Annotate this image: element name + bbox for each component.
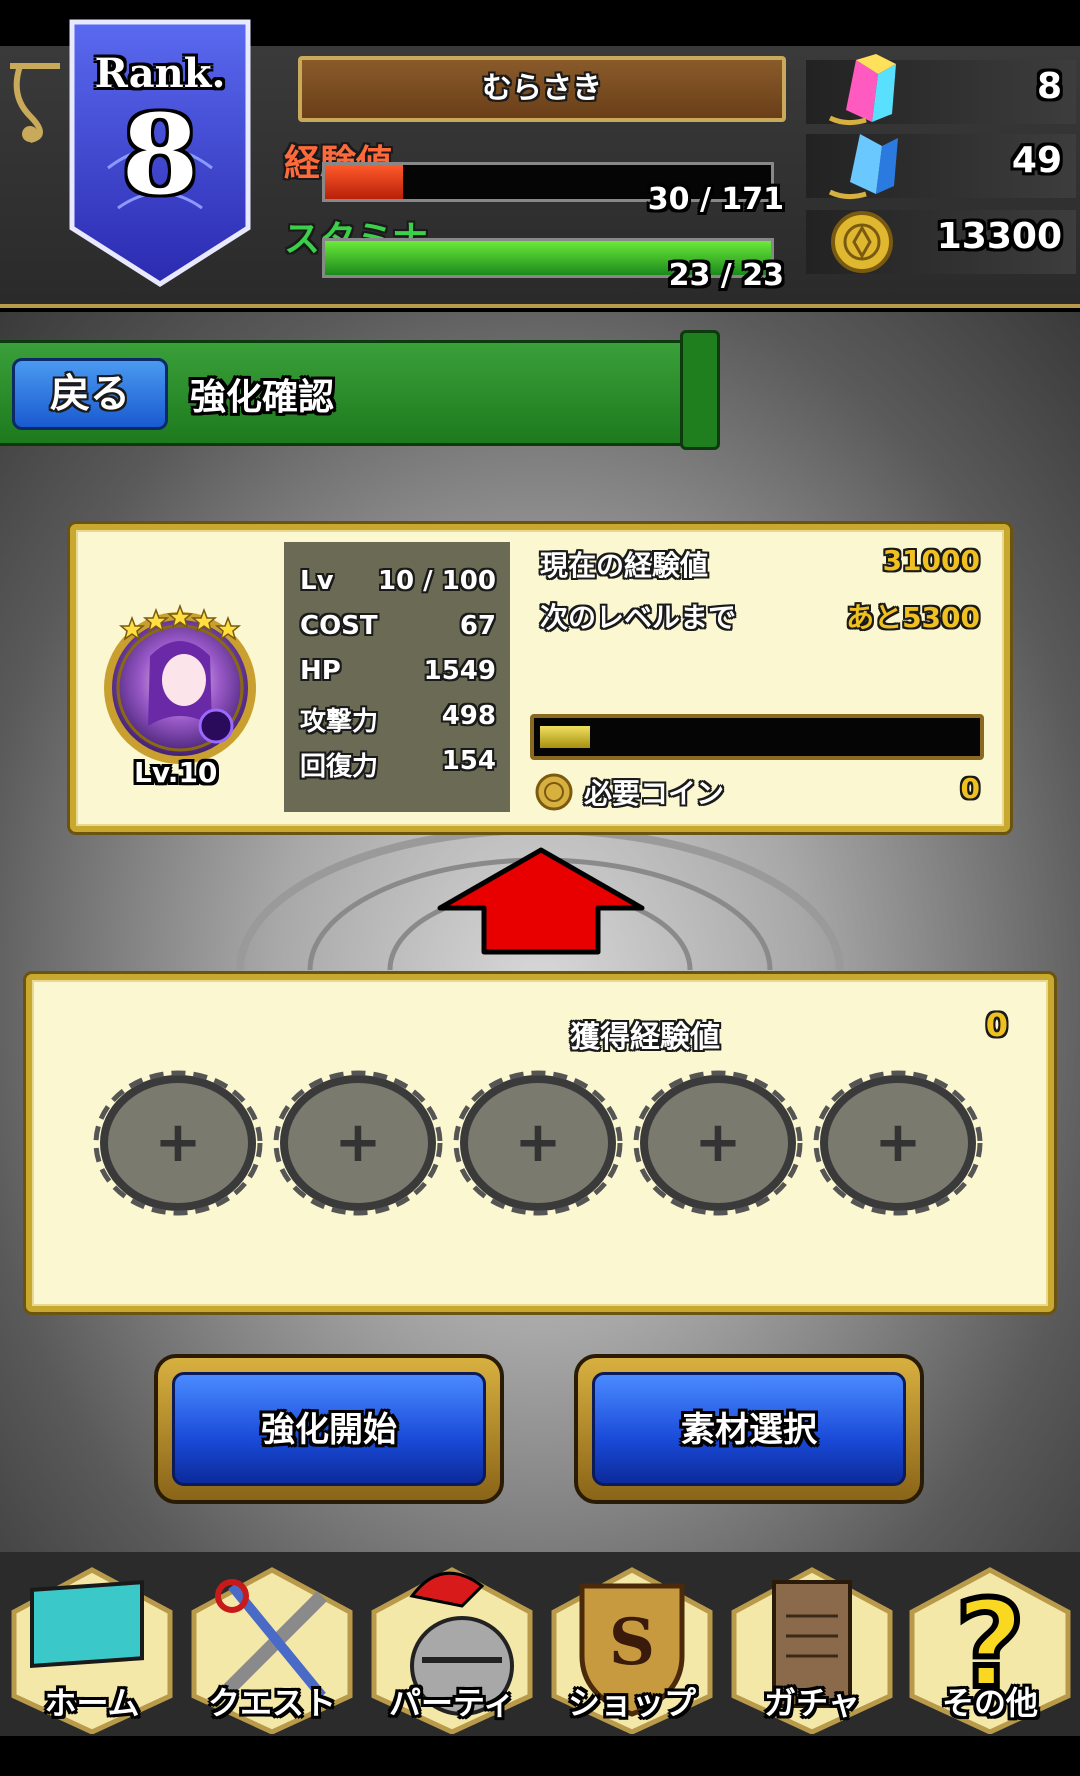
blue-crystal-counter[interactable]: 49 <box>806 134 1076 200</box>
ribbon-scroll-end <box>680 330 720 450</box>
slot-plus: + <box>694 1110 742 1175</box>
required-coin-value: 0 <box>960 772 980 805</box>
slot-plus: + <box>154 1110 202 1175</box>
nav-other[interactable]: ? その他 <box>900 1556 1080 1734</box>
rainbow-crystal-count: 8 <box>1036 66 1062 107</box>
player-name[interactable]: むらさき <box>298 56 786 122</box>
coin-count: 13300 <box>936 216 1062 257</box>
rainbow-crystal-counter[interactable]: 8 <box>806 54 1076 126</box>
stat-key: 攻撃力 <box>300 707 379 737</box>
stat-row: Lv 10 / 100 <box>300 566 496 606</box>
blue-crystal-icon <box>828 134 898 200</box>
portrait-level: Lv.10 <box>134 756 218 789</box>
nav-label: パーティ <box>388 1684 516 1722</box>
stat-row: HP 1549 <box>300 656 496 696</box>
stat-key: HP <box>300 656 341 686</box>
stat-key: COST <box>300 611 378 641</box>
material-slot[interactable]: + <box>812 1068 984 1218</box>
slot-plus: + <box>514 1110 562 1175</box>
nav-label: ホーム <box>44 1684 140 1722</box>
nav-quest[interactable]: クエスト <box>182 1556 362 1734</box>
slot-plus: + <box>334 1110 382 1175</box>
level-progress-bar <box>530 714 984 760</box>
stat-row: COST 67 <box>300 611 496 651</box>
coin-counter[interactable]: 13300 <box>806 210 1076 274</box>
stat-value: 67 <box>459 611 496 641</box>
stamina-value: 23 / 23 <box>668 258 784 293</box>
current-exp-value: 31000 <box>882 544 980 577</box>
nav-home[interactable]: ホーム <box>2 1556 182 1734</box>
nav-shop[interactable]: S ショップ <box>542 1556 722 1734</box>
material-slot[interactable]: + <box>272 1068 444 1218</box>
next-level-value: あと5300 <box>846 601 980 634</box>
required-coin-label: 必要コイン <box>584 777 725 810</box>
system-nav-strip <box>0 1736 1080 1776</box>
nav-label: その他 <box>941 1684 1038 1722</box>
svg-text:S: S <box>609 1605 655 1680</box>
nav-label: ショップ <box>567 1684 696 1722</box>
nav-label: クエスト <box>207 1684 336 1722</box>
nav-gacha[interactable]: ガチャ <box>722 1556 902 1734</box>
coin-icon <box>831 211 893 273</box>
stat-value: 10 / 100 <box>377 566 496 596</box>
stat-key: 回復力 <box>300 752 379 782</box>
next-level-label: 次のレベルまで <box>540 601 737 634</box>
back-button[interactable]: 戻る <box>12 358 168 430</box>
nav-party[interactable]: パーティ <box>362 1556 542 1734</box>
stat-value: 154 <box>441 746 496 776</box>
select-material-button[interactable]: 素材選択 <box>574 1354 924 1504</box>
stat-value: 498 <box>441 701 496 731</box>
next-level-row: 次のレベルまで あと5300 <box>540 596 980 640</box>
gain-exp-label: 獲得経験値 <box>570 1020 720 1055</box>
coin-icon <box>535 773 573 811</box>
required-coin-row: 必要コイン 0 <box>534 772 980 812</box>
character-portrait[interactable] <box>94 596 266 768</box>
material-slot[interactable]: + <box>92 1068 264 1218</box>
select-material-label: 素材選択 <box>592 1372 906 1486</box>
exp-bar-fill <box>325 165 404 199</box>
current-exp-row: 現在の経験値 31000 <box>540 544 980 588</box>
rank-value: 8 <box>121 90 199 219</box>
stat-row: 攻撃力 498 <box>300 701 496 741</box>
page-title: 強化確認 <box>190 377 335 418</box>
exp-value: 30 / 171 <box>647 182 784 217</box>
start-enhance-label: 強化開始 <box>172 1372 486 1486</box>
start-enhance-button[interactable]: 強化開始 <box>154 1354 504 1504</box>
stat-row: 回復力 154 <box>300 746 496 786</box>
level-progress-fill <box>540 726 591 748</box>
stat-value: 1549 <box>423 656 496 686</box>
up-arrow-icon <box>437 847 645 955</box>
slot-plus: + <box>874 1110 922 1175</box>
material-slot[interactable]: + <box>452 1068 624 1218</box>
nav-label: ガチャ <box>764 1684 860 1722</box>
stat-key: Lv <box>300 566 334 596</box>
blue-crystal-count: 49 <box>1011 140 1062 181</box>
material-slot[interactable]: + <box>632 1068 804 1218</box>
rainbow-crystal-icon <box>828 54 896 126</box>
gain-exp-value: 0 <box>985 1006 1008 1044</box>
ornament-hook-icon <box>10 63 60 143</box>
current-exp-label: 現在の経験値 <box>540 549 709 582</box>
